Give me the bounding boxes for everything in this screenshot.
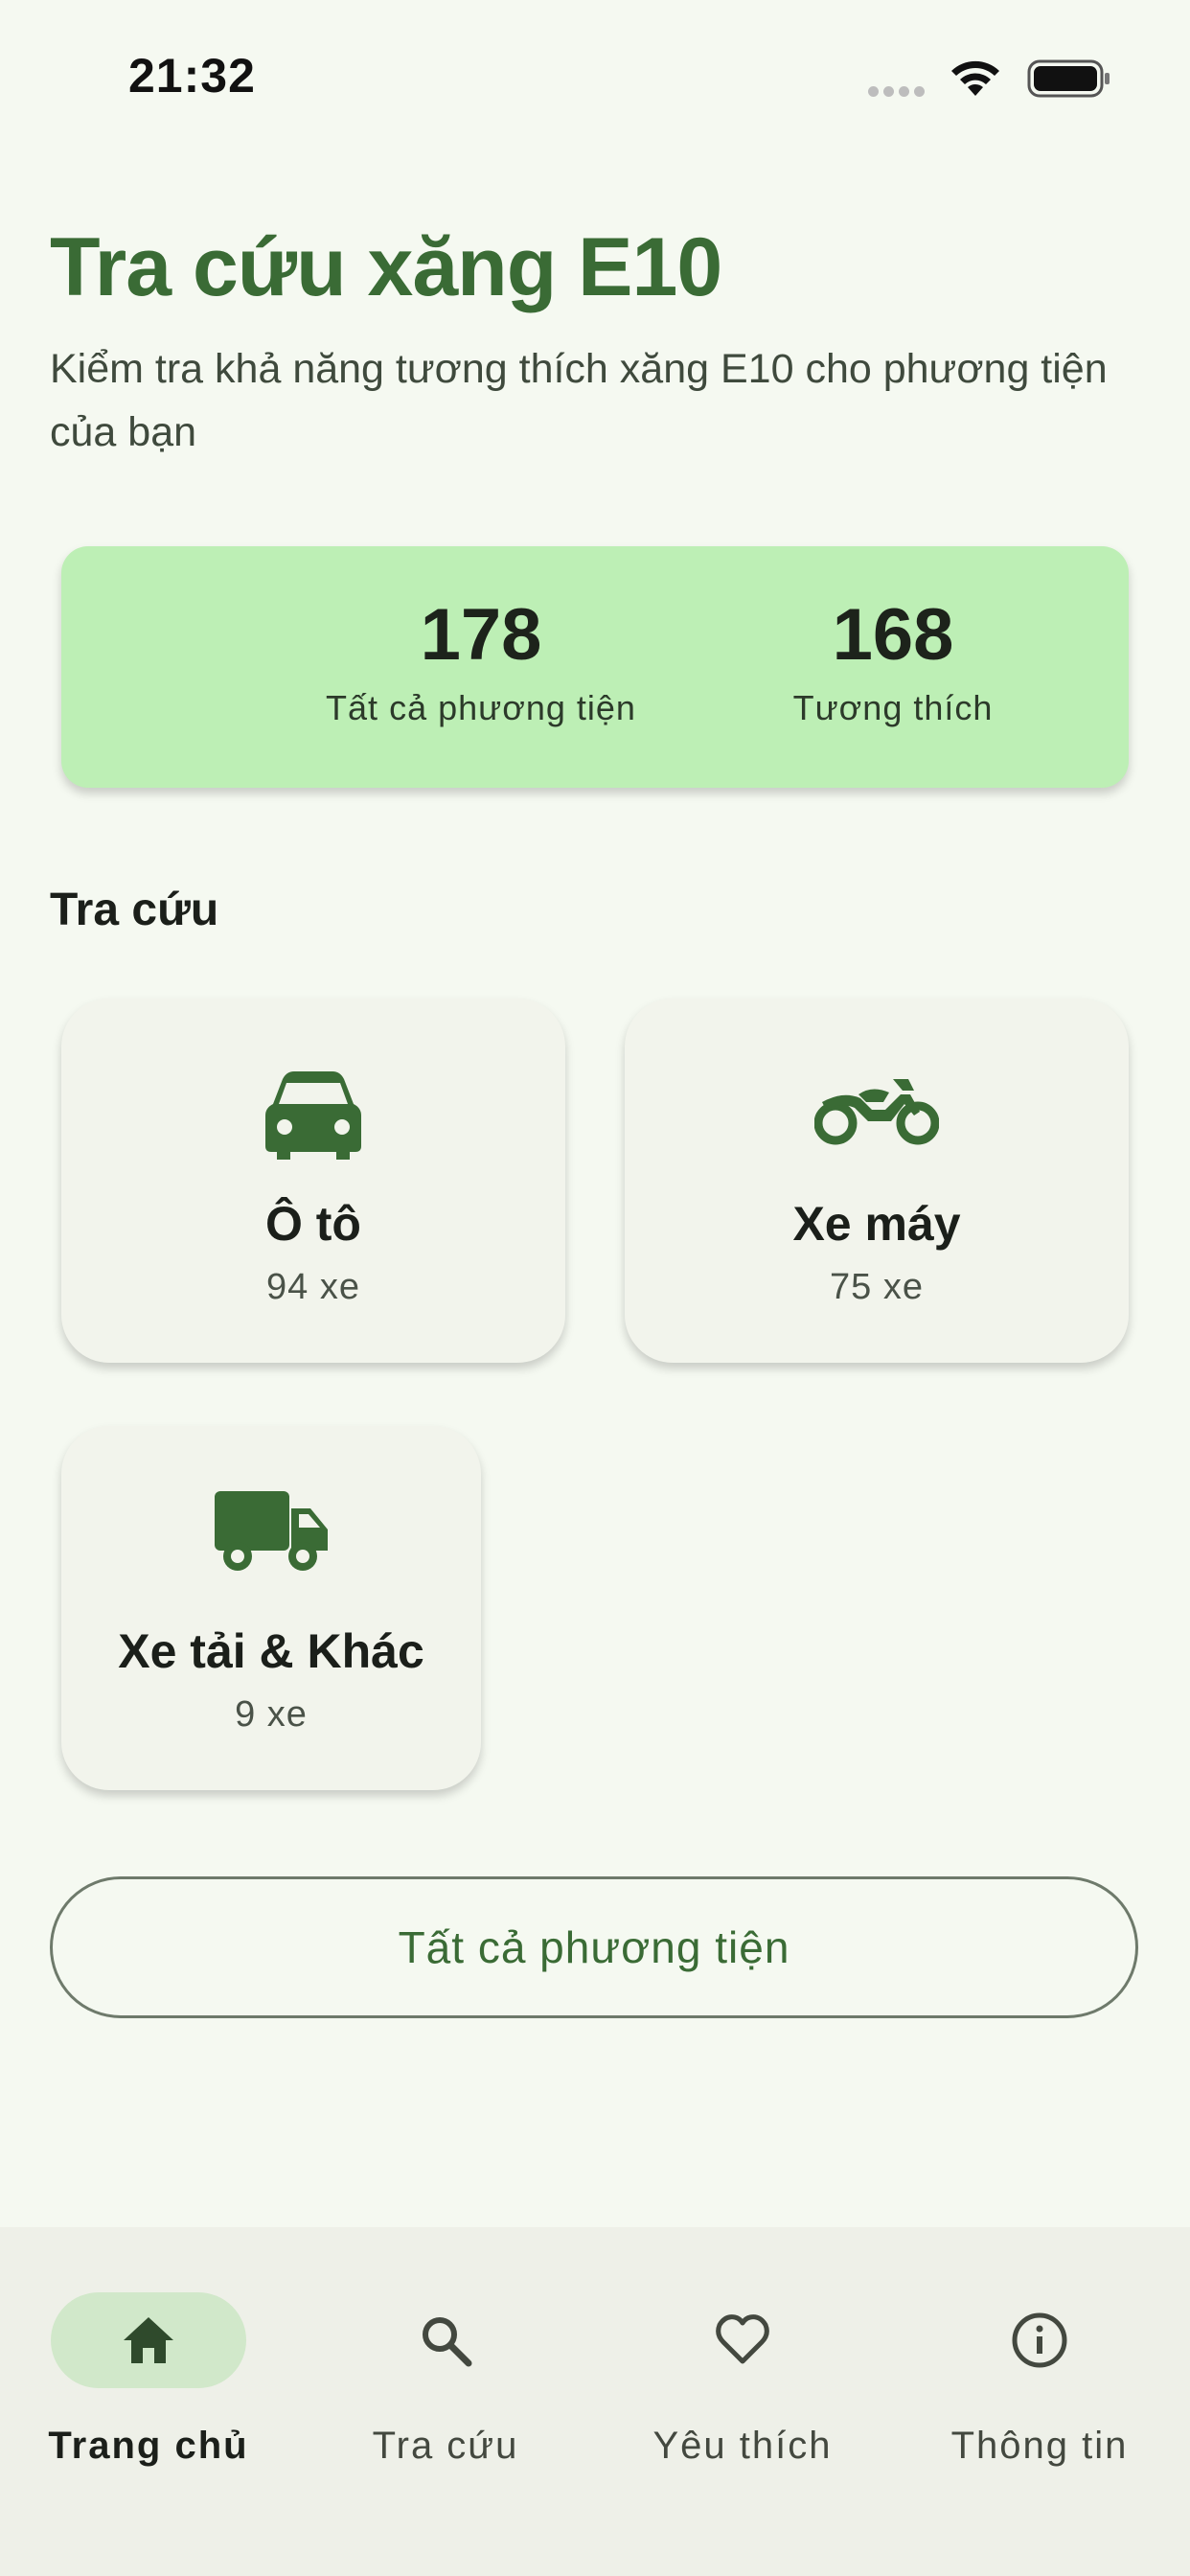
- status-bar: 21:32: [0, 0, 1190, 153]
- page-title: Tra cứu xăng E10: [50, 221, 722, 313]
- nav-label-favorites: Yêu thích: [652, 2425, 833, 2467]
- stat-total-label: Tất cả phương tiện: [326, 688, 636, 727]
- category-name-truck: Xe tải & Khác: [118, 1624, 424, 1678]
- nav-item-info[interactable]: Thông tin: [891, 2273, 1188, 2467]
- category-name-motorcycle: Xe máy: [792, 1197, 961, 1251]
- nav-item-search[interactable]: Tra cứu: [297, 2273, 594, 2467]
- nav-label-search: Tra cứu: [372, 2425, 519, 2467]
- nav-item-favorites[interactable]: Yêu thích: [594, 2273, 891, 2467]
- section-title-lookup: Tra cứu: [50, 885, 219, 935]
- category-card-car[interactable]: Ô tô 94 xe: [61, 999, 565, 1363]
- nav-item-home[interactable]: Trang chủ: [0, 2273, 297, 2467]
- category-count-motorcycle: 75 xe: [830, 1267, 924, 1307]
- car-icon: [265, 1071, 361, 1160]
- all-vehicles-button[interactable]: Tất cả phương tiện: [50, 1876, 1138, 2018]
- search-icon: [423, 2317, 472, 2367]
- stat-compatible: 168 Tương thích: [692, 594, 1094, 728]
- category-card-motorcycle[interactable]: Xe máy 75 xe: [625, 999, 1129, 1363]
- category-count-car: 94 xe: [266, 1267, 360, 1307]
- stat-total-count: 178: [420, 594, 542, 676]
- bottom-navigation: Trang chủ Tra cứu Yêu thích Thông tin: [0, 2227, 1190, 2576]
- nav-label-info: Thông tin: [950, 2425, 1129, 2467]
- stat-compatible-label: Tương thích: [792, 688, 994, 727]
- nav-label-home: Trang chủ: [48, 2425, 249, 2467]
- heart-icon: [716, 2314, 769, 2364]
- category-name-car: Ô tô: [265, 1197, 361, 1251]
- stat-compatible-count: 168: [832, 594, 954, 676]
- status-time: 21:32: [128, 49, 256, 103]
- info-icon: [1012, 2312, 1067, 2368]
- battery-icon: [1027, 59, 1110, 98]
- cellular-signal-icon: [868, 84, 931, 98]
- stats-card: 178 Tất cả phương tiện 168 Tương thích: [61, 546, 1129, 788]
- truck-icon: [215, 1491, 328, 1571]
- stat-total: 178 Tất cả phương tiện: [280, 594, 682, 728]
- page-subtitle: Kiểm tra khả năng tương thích xăng E10 c…: [50, 346, 1108, 455]
- motorcycle-icon: [814, 1079, 939, 1145]
- category-card-truck[interactable]: Xe tải & Khác 9 xe: [61, 1426, 481, 1790]
- wifi-icon: [951, 60, 999, 96]
- category-count-truck: 9 xe: [235, 1694, 308, 1735]
- home-icon: [124, 2317, 173, 2363]
